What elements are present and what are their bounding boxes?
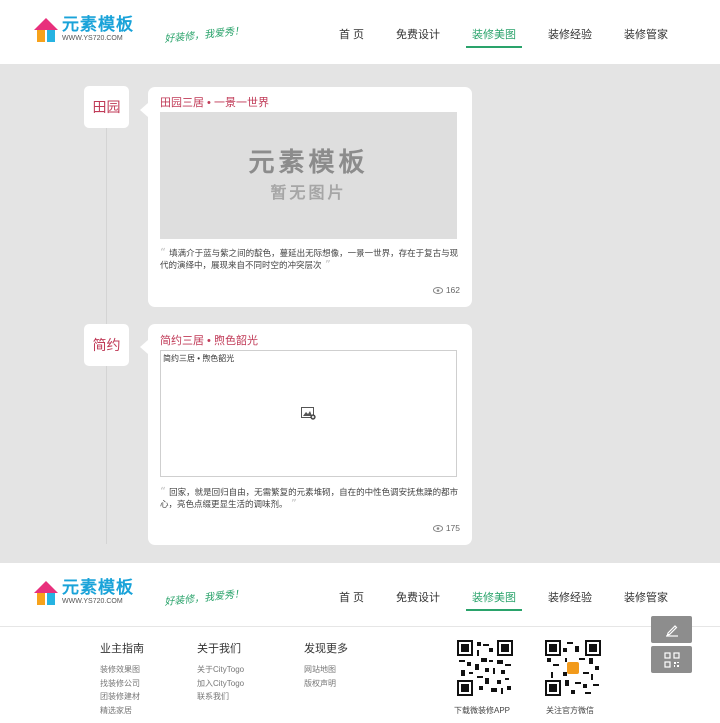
view-count: 162 <box>432 285 460 295</box>
footer-column-guide: 业主指南 装修效果图 找装修公司 团装修建材 精选家居 <box>100 640 144 717</box>
footer-links: 业主指南 装修效果图 找装修公司 团装修建材 精选家居 关于我们 关于CityT… <box>0 628 720 723</box>
timeline-section: 田园 田园三居 • 一景一世界 元素模板 暂无图片 “ 填满介于蓝与紫之间的靛色… <box>0 64 720 563</box>
logo-url: WWW.YS720.COM <box>62 598 123 605</box>
logo-text: 元素模板 <box>62 15 134 34</box>
timeline-tag[interactable]: 简约 <box>84 324 129 366</box>
card-description: “ 回家，就是回归自由，无需繁复的元素堆砌，自在的中性色调安抚焦躁的都市心，亮色… <box>160 485 459 510</box>
qr-popup-button[interactable] <box>651 646 692 673</box>
main-nav: 首 页 免费设计 装修美图 装修经验 装修管家 <box>313 24 674 48</box>
app-qr-block: 下载微装修APP <box>454 640 513 716</box>
view-count: 175 <box>432 523 460 533</box>
gallery-card[interactable]: 田园三居 • 一景一世界 元素模板 暂无图片 “ 填满介于蓝与紫之间的靛色，蔓延… <box>140 87 472 307</box>
nav-manager[interactable]: 装修管家 <box>618 587 674 611</box>
footer-link[interactable]: 联系我们 <box>197 690 244 704</box>
top-header: 元素模板 WWW.YS720.COM 好装修，我爱秀！ 首 页 免费设计 装修美… <box>0 0 720 64</box>
logo-icon <box>34 579 58 607</box>
feedback-button[interactable] <box>651 616 692 643</box>
footer-heading: 发现更多 <box>304 643 348 655</box>
footer-link[interactable]: 加入CityTogo <box>197 677 244 691</box>
footer-link[interactable]: 精选家居 <box>100 704 144 718</box>
image-watermark: 元素模板 <box>248 146 369 177</box>
footer-link[interactable]: 关于CityTogo <box>197 663 244 677</box>
broken-image-icon <box>301 407 316 420</box>
card-title[interactable]: 简约三居 • 煦色韶光 <box>160 332 258 348</box>
card-description: “ 填满介于蓝与紫之间的靛色，蔓延出无际想像，一景一世界，存在于复古与现代的演绎… <box>160 246 459 271</box>
nav-free-design[interactable]: 免费设计 <box>390 587 446 611</box>
wechat-qr-block: 关注官方微信 <box>545 640 601 716</box>
nav-home[interactable]: 首 页 <box>333 587 370 611</box>
nav-experience[interactable]: 装修经验 <box>542 24 598 48</box>
nav-gallery[interactable]: 装修美图 <box>466 24 522 48</box>
qr-code-icon[interactable] <box>457 640 513 696</box>
footer-link[interactable]: 版权声明 <box>304 677 348 691</box>
slogan: 好装修，我爱秀！ <box>163 588 245 609</box>
card-title[interactable]: 田园三居 • 一景一世界 <box>160 94 269 110</box>
card-image-frame[interactable]: 简约三居 • 煦色韶光 <box>160 350 457 477</box>
image-watermark-sub: 暂无图片 <box>270 184 347 202</box>
logo-icon <box>34 16 58 44</box>
footer-header: 元素模板 WWW.YS720.COM 好装修，我爱秀！ 首 页 免费设计 装修美… <box>0 563 720 627</box>
gallery-card[interactable]: 简约三居 • 煦色韶光 简约三居 • 煦色韶光 “ 回家，就是回归自由，无需繁复… <box>140 324 472 545</box>
footer-column-about: 关于我们 关于CityTogo 加入CityTogo 联系我们 <box>197 640 244 704</box>
site-logo[interactable]: 元素模板 WWW.YS720.COM <box>34 579 134 607</box>
footer-link[interactable]: 装修效果图 <box>100 663 144 677</box>
nav-free-design[interactable]: 免费设计 <box>390 24 446 48</box>
nav-experience[interactable]: 装修经验 <box>542 587 598 611</box>
qr-code-icon <box>663 651 680 668</box>
qr-code-icon[interactable] <box>545 640 601 696</box>
footer-heading: 关于我们 <box>197 643 241 655</box>
footer-nav: 首 页 免费设计 装修美图 装修经验 装修管家 <box>313 587 674 611</box>
qr-caption: 下载微装修APP <box>453 706 510 715</box>
edit-icon <box>665 624 678 637</box>
logo-url: WWW.YS720.COM <box>62 35 123 42</box>
nav-gallery[interactable]: 装修美图 <box>466 587 522 611</box>
qr-caption: 关注官方微信 <box>546 706 594 715</box>
slogan: 好装修，我爱秀！ <box>163 25 245 46</box>
footer-link[interactable]: 找装修公司 <box>100 677 144 691</box>
card-image-placeholder[interactable]: 元素模板 暂无图片 <box>160 112 457 239</box>
footer-link[interactable]: 团装修建材 <box>100 690 144 704</box>
nav-home[interactable]: 首 页 <box>333 24 370 48</box>
nav-manager[interactable]: 装修管家 <box>618 24 674 48</box>
site-logo[interactable]: 元素模板 WWW.YS720.COM <box>34 16 134 44</box>
image-alt-text: 简约三居 • 煦色韶光 <box>163 354 235 363</box>
eye-icon <box>432 286 443 294</box>
footer-link[interactable]: 网站地图 <box>304 663 348 677</box>
eye-icon <box>432 524 443 532</box>
timeline-tag[interactable]: 田园 <box>84 86 129 128</box>
footer-heading: 业主指南 <box>100 643 144 655</box>
logo-text: 元素模板 <box>62 578 134 597</box>
footer-column-more: 发现更多 网站地图 版权声明 <box>304 640 348 690</box>
